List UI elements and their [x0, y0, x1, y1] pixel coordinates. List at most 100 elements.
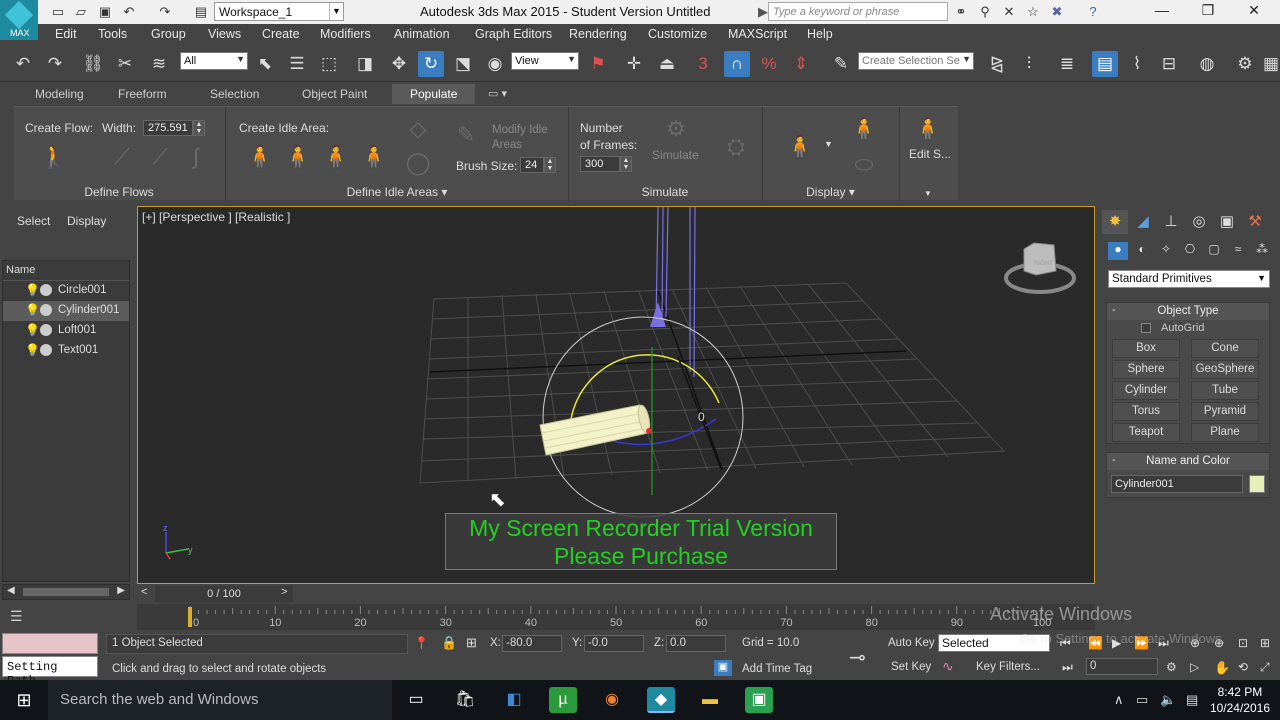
display-idle-icon[interactable]: 🧍 [848, 111, 880, 147]
flow-ramp-icon[interactable]: ⟋ [144, 139, 176, 175]
menu-views[interactable]: Views [208, 27, 241, 41]
tray-overflow-icon[interactable]: ∧ [1114, 692, 1124, 708]
define-flows-group-title[interactable]: Define Flows [14, 185, 224, 199]
menu-modifiers[interactable]: Modifiers [320, 27, 371, 41]
close-button[interactable]: ✕ [1234, 2, 1274, 22]
layer-explorer-icon[interactable]: ≣ [1054, 51, 1080, 77]
place-icon[interactable]: ◉ [482, 51, 508, 77]
idle-area-circle-icon[interactable]: 🧍 [282, 139, 314, 175]
menu-edit[interactable]: Edit [55, 27, 77, 41]
move-icon[interactable]: ✥ [386, 51, 412, 77]
next-frame-button[interactable]: > [281, 586, 287, 598]
collapse-icon[interactable]: - [1112, 304, 1116, 316]
schematic-view-icon[interactable]: ⊟ [1156, 51, 1182, 77]
task-view-icon[interactable]: ▭ [402, 687, 430, 713]
angle-snap-icon[interactable]: ∩ [724, 51, 750, 77]
spinner-arrows-icon[interactable]: ▲ ▼ [620, 156, 632, 172]
collapse-icon[interactable]: - [1112, 454, 1116, 466]
menu-help[interactable]: Help [807, 27, 833, 41]
modify-idle-areas-label[interactable]: Modify Idle Areas [492, 123, 552, 153]
brush-size-spinner[interactable]: 24 ▲ ▼ [520, 157, 556, 173]
define-idle-areas-group-title[interactable]: Define Idle Areas ▾ [226, 185, 568, 199]
display-tab-icon[interactable]: ▣ [1214, 210, 1240, 234]
undo-icon[interactable]: ↶ [10, 51, 36, 77]
spinner-arrows-icon[interactable]: ▲ ▼ [193, 120, 205, 136]
app-window-icon[interactable]: ◧ [500, 687, 528, 713]
cylinder-object[interactable] [539, 404, 652, 456]
tab-selection[interactable]: Selection [210, 87, 259, 101]
volume-icon[interactable]: 🔈 [1160, 692, 1176, 708]
chevron-down-icon[interactable]: ▼ [824, 139, 833, 149]
lightbulb-icon[interactable]: 💡 [25, 343, 40, 357]
current-frame-marker[interactable] [188, 607, 192, 627]
edit-selected-button[interactable]: Edit S... [909, 147, 951, 161]
object-category-select[interactable]: Standard Primitives ▼ [1108, 270, 1270, 288]
menu-group[interactable]: Group [151, 27, 186, 41]
select-manipulate-icon[interactable]: ✛ [621, 51, 647, 77]
help-icon[interactable]: ? [1085, 4, 1101, 19]
key-search-icon[interactable]: ⚲ [977, 4, 993, 19]
firefox-icon[interactable]: ◉ [598, 687, 626, 713]
perspective-viewport[interactable]: 0 z y RIGHT [+] [Perspective ] [Realisti… [137, 206, 1095, 584]
idle-area-add-icon[interactable]: ◇ [402, 111, 434, 147]
unlink-icon[interactable]: ✂ [112, 51, 138, 77]
mirror-icon[interactable]: ⧎ [984, 51, 1010, 77]
key-filters-button[interactable]: Key Filters... [976, 661, 1040, 673]
workspace-select[interactable]: Workspace_1 ▼ [214, 2, 344, 21]
utilities-tab-icon[interactable]: ⚒ [1242, 210, 1268, 234]
display-character-icon[interactable]: 🧍 [784, 129, 816, 165]
zoom-extents-icon[interactable]: ⊡ [1238, 636, 1248, 650]
tab-object-paint[interactable]: Object Paint [302, 87, 367, 101]
menu-animation[interactable]: Animation [394, 27, 450, 41]
maxscript-input[interactable]: Setting Path [2, 656, 98, 688]
plane-button[interactable]: Plane [1191, 423, 1259, 442]
menu-create[interactable]: Create [262, 27, 300, 41]
x-coordinate-input[interactable]: -80.0 [502, 635, 562, 652]
maxscript-listener-mini[interactable] [2, 633, 98, 654]
exchange-icon[interactable]: ✖ [1049, 4, 1065, 19]
window-crossing-icon[interactable]: ◨ [352, 51, 378, 77]
maximize-viewport-icon[interactable]: ⤢ [1260, 660, 1270, 675]
open-file-icon[interactable]: ▱ [73, 4, 89, 19]
cone-button[interactable]: Cone [1191, 339, 1259, 358]
hierarchy-tab-icon[interactable]: ⊥ [1158, 210, 1184, 234]
redo-icon[interactable]: ↷ [157, 4, 173, 19]
create-tab-icon[interactable]: ✸ [1102, 210, 1128, 234]
project-folder-icon[interactable]: ▤ [193, 4, 209, 19]
spinner-snap-icon[interactable]: ⇕ [788, 51, 814, 77]
curve-editor-icon[interactable]: ⌇ [1124, 51, 1150, 77]
modify-idle-areas-icon[interactable]: ✎ [454, 117, 478, 153]
material-editor-icon[interactable]: ◍ [1194, 51, 1220, 77]
lights-icon[interactable]: ✧ [1156, 242, 1176, 260]
scroll-right-icon[interactable]: ▶ [117, 585, 125, 596]
edit-named-selection-icon[interactable]: ✎ [828, 51, 854, 77]
network-icon[interactable]: ▭ [1136, 692, 1148, 708]
simulate-group-title[interactable]: Simulate [569, 185, 761, 199]
display-ellipse-icon[interactable]: ⬭ [848, 147, 880, 183]
tab-modeling[interactable]: Modeling [35, 87, 84, 101]
file-explorer-icon[interactable]: ▬ [696, 687, 724, 713]
object-type-title[interactable]: Object Type [1107, 303, 1269, 320]
utorrent-icon[interactable]: µ [549, 687, 577, 713]
explorer-tab-select[interactable]: Select [17, 214, 50, 228]
restore-button[interactable]: ❐ [1188, 2, 1228, 22]
name-column-header[interactable]: Name [3, 261, 129, 281]
named-selection-input[interactable]: Create Selection Se ▼ [858, 52, 974, 70]
idle-area-remove-icon[interactable]: ◯ [402, 145, 434, 181]
list-item[interactable]: 💡 Circle001 [3, 281, 129, 301]
rectangular-selection-icon[interactable]: ⬚ [316, 51, 342, 77]
geometry-icon[interactable]: ● [1108, 242, 1128, 260]
field-of-view-icon[interactable]: ▷ [1190, 660, 1199, 674]
select-object-icon[interactable]: ⬉ [252, 51, 278, 77]
add-time-tag-button[interactable]: Add Time Tag [742, 663, 812, 675]
autogrid-checkbox[interactable] [1141, 323, 1151, 333]
tab-freeform[interactable]: Freeform [118, 87, 167, 101]
scene-explorer-icon[interactable]: ▤ [1092, 51, 1118, 77]
list-item[interactable]: 💡 Cylinder001 [3, 301, 129, 321]
percent-snap-icon[interactable]: % [756, 51, 782, 77]
sphere-button[interactable]: Sphere [1112, 360, 1180, 379]
mini-curve-editor-icon[interactable]: ☰ [10, 608, 28, 626]
explorer-horizontal-scrollbar[interactable]: ◀ ▶ [2, 584, 130, 600]
set-key-mode-icon[interactable]: ⊸ [849, 645, 866, 670]
app-logo[interactable]: MAX [0, 0, 38, 40]
